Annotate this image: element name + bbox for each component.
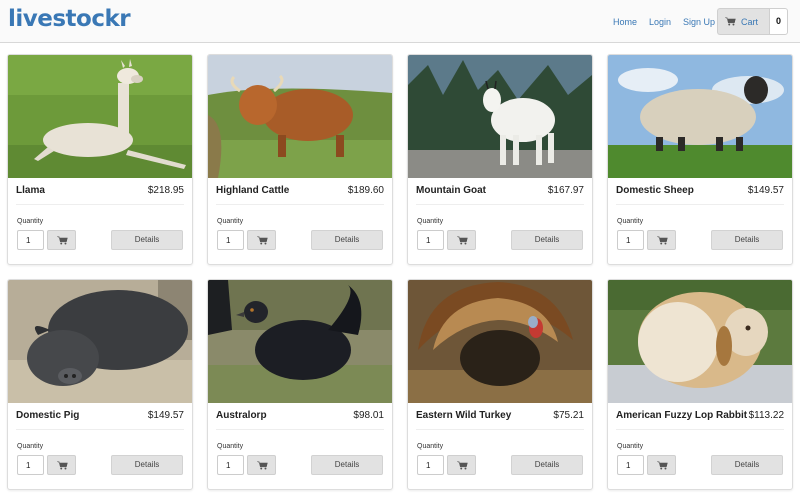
- product-card: Domestic Sheep $149.57 Quantity Details: [607, 54, 793, 265]
- shopping-cart-icon: [257, 461, 268, 470]
- product-price: $167.97: [547, 185, 584, 196]
- product-card: Domestic Pig $149.57 Quantity Details: [7, 279, 193, 490]
- product-image-llama[interactable]: [8, 55, 192, 178]
- product-image-american-fuzzy-lop-rabbit[interactable]: [608, 280, 792, 403]
- product-card: Eastern Wild Turkey $75.21 Quantity Deta…: [407, 279, 593, 490]
- quantity-label: Quantity: [417, 218, 444, 225]
- product-image-domestic-sheep[interactable]: [608, 55, 792, 178]
- quantity-label: Quantity: [217, 443, 244, 450]
- cart-button[interactable]: Cart: [717, 8, 769, 35]
- shopping-cart-icon: [657, 236, 668, 245]
- product-card: Llama $218.95 Quantity Details: [7, 54, 193, 265]
- product-image-domestic-pig[interactable]: [8, 280, 192, 403]
- add-to-cart-button[interactable]: [647, 455, 676, 475]
- card-divider: [616, 429, 784, 430]
- product-name: Mountain Goat: [416, 185, 486, 196]
- add-to-cart-button[interactable]: [647, 230, 676, 250]
- quantity-label: Quantity: [617, 218, 644, 225]
- product-name: Domestic Pig: [16, 410, 80, 421]
- shopping-cart-icon: [57, 236, 68, 245]
- details-button[interactable]: Details: [111, 230, 183, 250]
- cart-label: Cart: [741, 17, 759, 27]
- details-button[interactable]: Details: [511, 230, 583, 250]
- quantity-label: Quantity: [217, 218, 244, 225]
- shopping-cart-icon: [57, 461, 68, 470]
- quantity-input[interactable]: [17, 230, 44, 250]
- quantity-label: Quantity: [417, 443, 444, 450]
- product-price: $98.01: [353, 410, 384, 421]
- quantity-input[interactable]: [617, 230, 644, 250]
- quantity-input[interactable]: [417, 230, 444, 250]
- product-card: Australorp $98.01 Quantity Details: [207, 279, 393, 490]
- product-price: $149.57: [747, 185, 784, 196]
- product-price: $113.22: [748, 410, 784, 421]
- shopping-cart-icon: [657, 461, 668, 470]
- cart-count-badge: 0: [769, 8, 788, 35]
- shopping-cart-icon: [257, 236, 268, 245]
- product-image-highland-cattle[interactable]: [208, 55, 392, 178]
- card-divider: [216, 429, 384, 430]
- product-image-eastern-wild-turkey[interactable]: [408, 280, 592, 403]
- product-name: Highland Cattle: [216, 185, 290, 196]
- quantity-label: Quantity: [17, 218, 44, 225]
- card-divider: [16, 429, 184, 430]
- card-divider: [416, 429, 584, 430]
- quantity-input[interactable]: [217, 230, 244, 250]
- add-to-cart-button[interactable]: [47, 455, 76, 475]
- add-to-cart-button[interactable]: [447, 455, 476, 475]
- quantity-input[interactable]: [17, 455, 44, 475]
- product-price: $218.95: [147, 185, 184, 196]
- details-button[interactable]: Details: [311, 230, 383, 250]
- shopping-cart-icon: [457, 461, 468, 470]
- add-to-cart-button[interactable]: [447, 230, 476, 250]
- product-image-mountain-goat[interactable]: [408, 55, 592, 178]
- product-price: $75.21: [553, 410, 584, 421]
- brand-logo[interactable]: livestockr: [8, 6, 131, 32]
- add-to-cart-button[interactable]: [247, 230, 276, 250]
- product-price: $149.57: [147, 410, 184, 421]
- product-name: Eastern Wild Turkey: [416, 410, 512, 421]
- shopping-cart-icon: [725, 17, 736, 26]
- card-divider: [16, 204, 184, 205]
- product-price: $189.60: [347, 185, 384, 196]
- card-divider: [416, 204, 584, 205]
- card-divider: [616, 204, 784, 205]
- details-button[interactable]: Details: [711, 455, 783, 475]
- details-button[interactable]: Details: [111, 455, 183, 475]
- quantity-input[interactable]: [217, 455, 244, 475]
- quantity-input[interactable]: [617, 455, 644, 475]
- nav-login-link[interactable]: Login: [649, 17, 671, 27]
- quantity-label: Quantity: [17, 443, 44, 450]
- shopping-cart-icon: [457, 236, 468, 245]
- details-button[interactable]: Details: [511, 455, 583, 475]
- add-to-cart-button[interactable]: [47, 230, 76, 250]
- nav-signup-link[interactable]: Sign Up: [683, 17, 715, 27]
- add-to-cart-button[interactable]: [247, 455, 276, 475]
- product-name: Llama: [16, 185, 45, 196]
- product-card: Mountain Goat $167.97 Quantity Details: [407, 54, 593, 265]
- product-name: American Fuzzy Lop Rabbit: [616, 410, 748, 421]
- product-name: Domestic Sheep: [616, 185, 694, 196]
- navbar: livestockr Home Login Sign Up Cart 0: [0, 0, 800, 43]
- product-card: Highland Cattle $189.60 Quantity Details: [207, 54, 393, 265]
- nav-home-link[interactable]: Home: [613, 17, 637, 27]
- details-button[interactable]: Details: [311, 455, 383, 475]
- product-name: Australorp: [216, 410, 267, 421]
- product-card: American Fuzzy Lop Rabbit $113.22 Quanti…: [607, 279, 793, 490]
- card-divider: [216, 204, 384, 205]
- product-image-australorp[interactable]: [208, 280, 392, 403]
- quantity-input[interactable]: [417, 455, 444, 475]
- quantity-label: Quantity: [617, 443, 644, 450]
- details-button[interactable]: Details: [711, 230, 783, 250]
